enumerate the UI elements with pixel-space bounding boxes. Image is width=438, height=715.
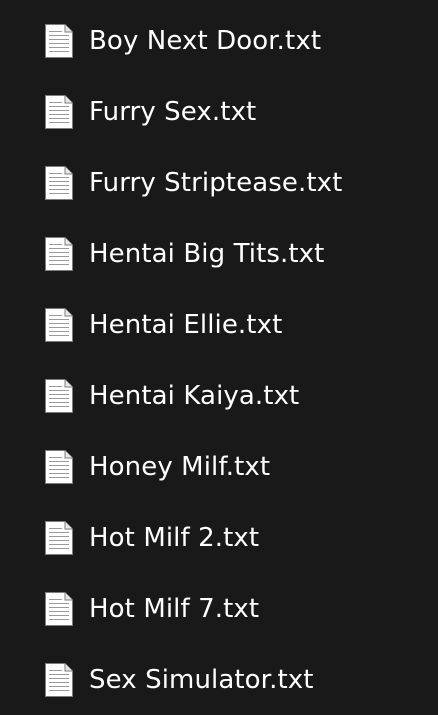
file-item[interactable]: Hentai Kaiya.txt [0,360,438,431]
file-name: Furry Striptease.txt [89,167,343,198]
file-name: Hot Milf 2.txt [89,522,260,553]
file-item[interactable]: Sex Simulator.txt [0,644,438,715]
file-item[interactable]: Furry Striptease.txt [0,147,438,218]
file-item[interactable]: Hot Milf 7.txt [0,573,438,644]
file-item[interactable]: Furry Sex.txt [0,76,438,147]
text-document-icon [45,307,73,342]
text-document-icon [45,378,73,413]
file-item[interactable]: Hentai Big Tits.txt [0,218,438,289]
file-item[interactable]: Boy Next Door.txt [0,5,438,76]
file-name: Sex Simulator.txt [89,664,314,695]
file-name: Hentai Kaiya.txt [89,380,300,411]
file-name: Hot Milf 7.txt [89,593,260,624]
file-item[interactable]: Honey Milf.txt [0,431,438,502]
text-document-icon [45,94,73,129]
file-list: Boy Next Door.txt Furry Sex.txt Furry St… [0,5,438,715]
file-name: Boy Next Door.txt [89,25,322,56]
file-item[interactable]: Hot Milf 2.txt [0,502,438,573]
text-document-icon [45,165,73,200]
file-name: Honey Milf.txt [89,451,271,482]
text-document-icon [45,449,73,484]
file-item[interactable]: Hentai Ellie.txt [0,289,438,360]
text-document-icon [45,23,73,58]
text-document-icon [45,662,73,697]
file-name: Hentai Big Tits.txt [89,238,325,269]
text-document-icon [45,591,73,626]
text-document-icon [45,236,73,271]
file-name: Furry Sex.txt [89,96,257,127]
file-name: Hentai Ellie.txt [89,309,283,340]
text-document-icon [45,520,73,555]
